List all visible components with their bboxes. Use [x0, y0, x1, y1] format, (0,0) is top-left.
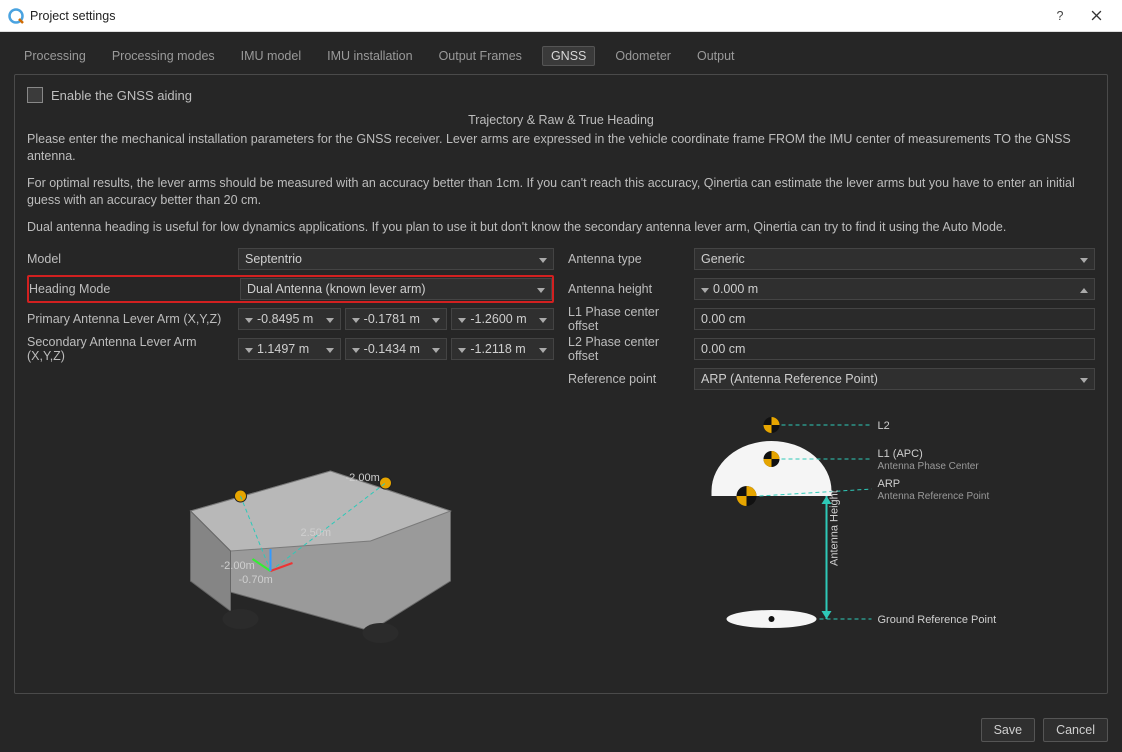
- chevron-down-icon: [326, 312, 334, 326]
- chevron-down-icon: [539, 252, 547, 266]
- antenna-type-combo[interactable]: Generic: [694, 248, 1095, 270]
- tab-output-frames[interactable]: Output Frames: [433, 46, 528, 66]
- description-3: Dual antenna heading is useful for low d…: [27, 219, 1095, 236]
- tabs-bar: Processing Processing modes IMU model IM…: [14, 46, 1108, 74]
- enable-gnss-label: Enable the GNSS aiding: [51, 88, 192, 103]
- antenna-type-value: Generic: [701, 252, 745, 266]
- chevron-down-icon: [537, 282, 545, 296]
- chevron-up-icon: [1080, 282, 1088, 296]
- window-title: Project settings: [30, 9, 115, 23]
- l2-offset-value: 0.00 cm: [694, 338, 1095, 360]
- model-combo[interactable]: Septentrio: [238, 248, 554, 270]
- svg-text:Antenna Height: Antenna Height: [829, 491, 841, 567]
- section-title: Trajectory & Raw & True Heading: [27, 113, 1095, 127]
- antenna-diagram: L2 L1 (APC) Antenna Phase Center: [568, 401, 1095, 661]
- chevron-down-icon: [1080, 372, 1088, 386]
- primary-lever-label: Primary Antenna Lever Arm (X,Y,Z): [27, 312, 232, 326]
- chevron-down-icon: [245, 312, 253, 326]
- chevron-down-icon: [432, 342, 440, 356]
- svg-text:2.50m: 2.50m: [301, 527, 332, 539]
- l1-offset-value: 0.00 cm: [694, 308, 1095, 330]
- heading-mode-label: Heading Mode: [29, 282, 234, 296]
- chevron-down-icon: [701, 282, 709, 296]
- svg-text:ARP: ARP: [878, 478, 901, 490]
- reference-point-label: Reference point: [568, 372, 688, 386]
- secondary-z-input[interactable]: -1.2118 m: [451, 338, 554, 360]
- chevron-down-icon: [539, 312, 547, 326]
- heading-mode-combo[interactable]: Dual Antenna (known lever arm): [240, 278, 552, 300]
- chevron-down-icon: [539, 342, 547, 356]
- chevron-down-icon: [352, 312, 360, 326]
- secondary-y-input[interactable]: -0.1434 m: [345, 338, 448, 360]
- antenna-height-input[interactable]: 0.000 m: [694, 278, 1095, 300]
- chevron-down-icon: [432, 312, 440, 326]
- antenna-type-label: Antenna type: [568, 252, 688, 266]
- tab-imu-model[interactable]: IMU model: [235, 46, 307, 66]
- app-logo: [8, 8, 24, 24]
- tab-output[interactable]: Output: [691, 46, 741, 66]
- svg-text:-2.00m: -2.00m: [221, 560, 255, 572]
- help-button[interactable]: ?: [1042, 0, 1078, 32]
- description-1: Please enter the mechanical installation…: [27, 131, 1095, 165]
- chevron-down-icon: [245, 342, 253, 356]
- svg-text:L1 (APC): L1 (APC): [878, 448, 923, 460]
- svg-text:-2.00m: -2.00m: [346, 472, 380, 484]
- svg-text:Ground Reference Point: Ground Reference Point: [878, 614, 997, 626]
- tab-odometer[interactable]: Odometer: [609, 46, 677, 66]
- vehicle-3d-view[interactable]: -2.00m 2.50m -2.00m -0.70m: [27, 401, 554, 661]
- svg-text:Antenna Phase Center: Antenna Phase Center: [878, 461, 980, 472]
- primary-y-input[interactable]: -0.1781 m: [345, 308, 448, 330]
- antenna-height-label: Antenna height: [568, 282, 688, 296]
- chevron-down-icon: [458, 342, 466, 356]
- l1-offset-label: L1 Phase center offset: [568, 305, 688, 333]
- gnss-panel: Enable the GNSS aiding Trajectory & Raw …: [14, 74, 1108, 694]
- reference-point-value: ARP (Antenna Reference Point): [701, 372, 878, 386]
- cancel-button[interactable]: Cancel: [1043, 718, 1108, 742]
- reference-point-combo[interactable]: ARP (Antenna Reference Point): [694, 368, 1095, 390]
- chevron-down-icon: [1080, 252, 1088, 266]
- description-2: For optimal results, the lever arms shou…: [27, 175, 1095, 209]
- primary-z-input[interactable]: -1.2600 m: [451, 308, 554, 330]
- save-button[interactable]: Save: [981, 718, 1036, 742]
- tab-processing-modes[interactable]: Processing modes: [106, 46, 221, 66]
- close-button[interactable]: [1078, 0, 1114, 32]
- secondary-lever-label: Secondary Antenna Lever Arm (X,Y,Z): [27, 335, 232, 363]
- model-label: Model: [27, 252, 232, 266]
- heading-mode-value: Dual Antenna (known lever arm): [247, 282, 426, 296]
- tab-processing[interactable]: Processing: [18, 46, 92, 66]
- svg-text:L2: L2: [878, 420, 890, 432]
- tab-imu-installation[interactable]: IMU installation: [321, 46, 418, 66]
- model-value: Septentrio: [245, 252, 302, 266]
- svg-text:Antenna Reference Point: Antenna Reference Point: [878, 491, 990, 502]
- tab-gnss[interactable]: GNSS: [542, 46, 595, 66]
- chevron-down-icon: [326, 342, 334, 356]
- chevron-down-icon: [352, 342, 360, 356]
- chevron-down-icon: [458, 312, 466, 326]
- titlebar: Project settings ?: [0, 0, 1122, 32]
- enable-gnss-checkbox[interactable]: [27, 87, 43, 103]
- svg-text:-0.70m: -0.70m: [239, 574, 273, 586]
- l2-offset-label: L2 Phase center offset: [568, 335, 688, 363]
- secondary-x-input[interactable]: 1.1497 m: [238, 338, 341, 360]
- primary-x-input[interactable]: -0.8495 m: [238, 308, 341, 330]
